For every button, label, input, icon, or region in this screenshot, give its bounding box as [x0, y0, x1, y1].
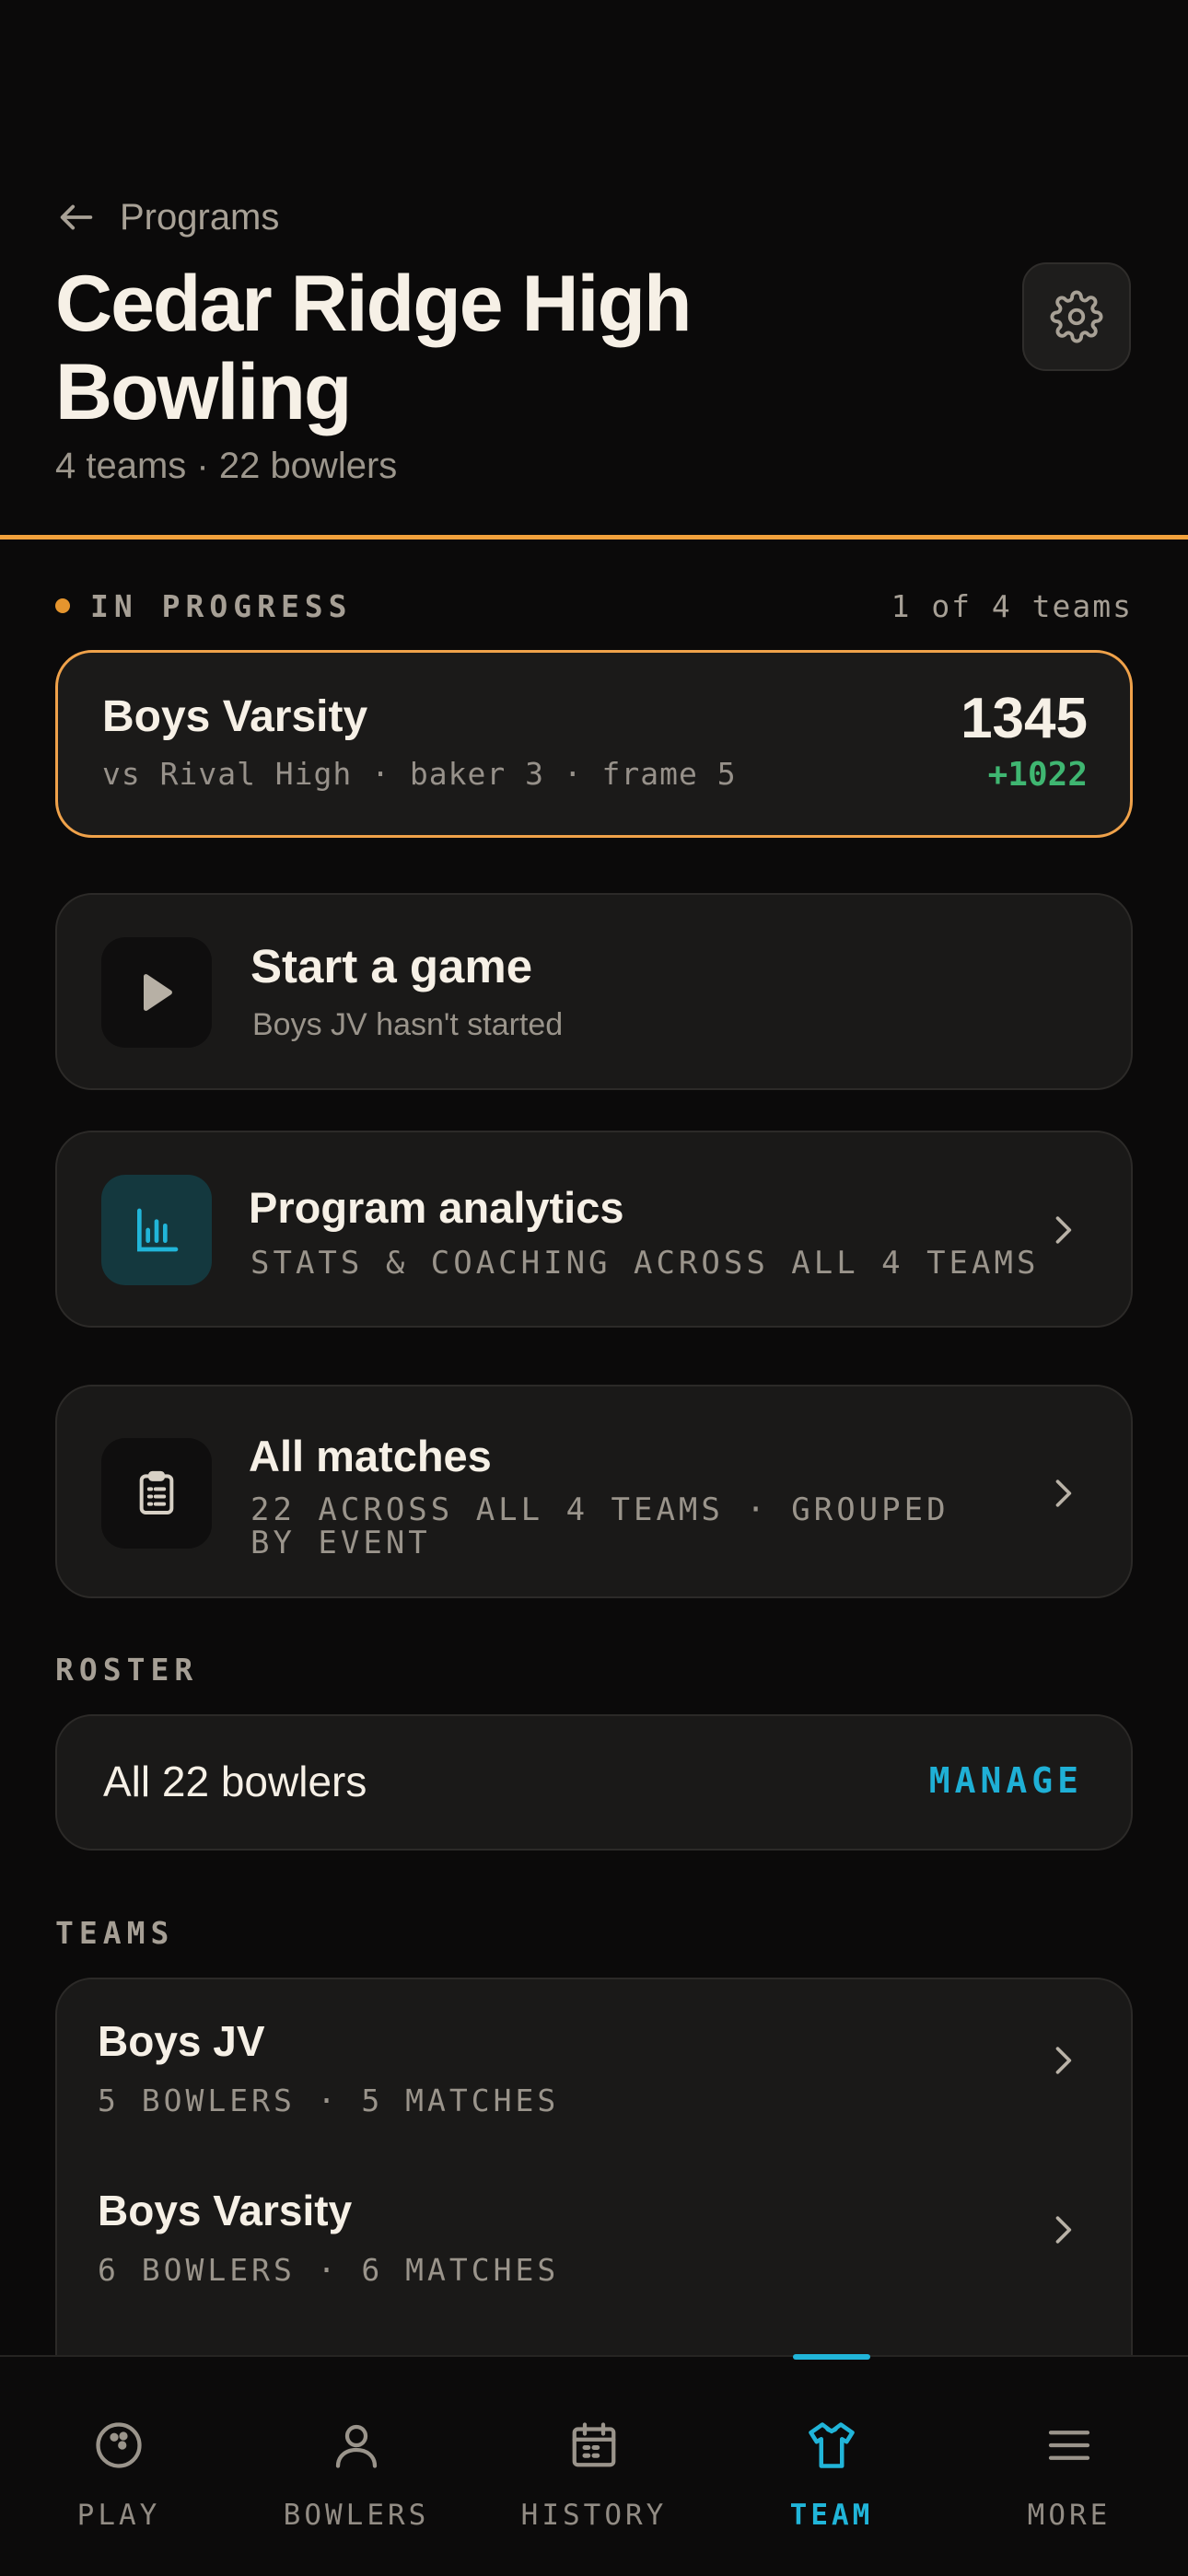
gear-icon [1050, 290, 1103, 343]
settings-button[interactable] [1022, 262, 1131, 371]
teams-section-label: TEAMS [55, 1915, 175, 1951]
matches-icon-tile [101, 1438, 212, 1549]
analytics-icon-tile [101, 1175, 212, 1285]
manage-roster-button[interactable]: MANAGE [929, 1760, 1083, 1801]
nav-label: BOWLERS [283, 2499, 430, 2532]
chevron-right-icon [1055, 2047, 1072, 2074]
live-score-delta: +1022 [987, 756, 1088, 794]
nav-label: TEAM [789, 2499, 874, 2532]
chevron-right-icon [1055, 1479, 1072, 1507]
team-meta: 6 BOWLERS · 6 MATCHES [98, 2252, 560, 2288]
team-meta: 5 BOWLERS · 5 MATCHES [98, 2083, 560, 2118]
live-game-card[interactable]: Boys Varsity vs Rival High · baker 3 · f… [55, 650, 1133, 838]
chevron-right-icon [1055, 2216, 1072, 2244]
bowling-ball-icon [96, 2422, 142, 2468]
team-row[interactable]: Boys JV 5 BOWLERS · 5 MATCHES [57, 1979, 1131, 2147]
nav-team[interactable]: TEAM [713, 2354, 950, 2576]
nav-play[interactable]: PLAY [0, 2357, 238, 2576]
active-tab-indicator [793, 2354, 870, 2360]
nav-bowlers[interactable]: BOWLERS [238, 2357, 475, 2576]
live-dot [55, 598, 70, 613]
team-row[interactable]: Boys Varsity 6 BOWLERS · 6 MATCHES [57, 2147, 1131, 2316]
roster-card: All 22 bowlers MANAGE [55, 1714, 1133, 1851]
live-team-name: Boys Varsity [102, 692, 368, 741]
page-title: Cedar Ridge High Bowling [55, 260, 693, 436]
back-button[interactable]: Programs [55, 190, 279, 245]
play-icon-tile [101, 937, 212, 1048]
team-name: Boys JV [98, 2017, 265, 2065]
bottom-nav: PLAY BOWLERS HISTORY TEAM MORE [0, 2354, 1188, 2576]
clipboard-icon [139, 1470, 174, 1514]
person-icon [335, 2424, 378, 2468]
arrow-left-icon [60, 204, 93, 230]
program-summary: 4 teams · 22 bowlers [55, 446, 398, 486]
nav-history[interactable]: HISTORY [475, 2357, 713, 2576]
start-game-title: Start a game [250, 940, 533, 992]
nav-label: MORE [1027, 2499, 1112, 2532]
roster-summary: All 22 bowlers [103, 1758, 367, 1805]
shirt-icon [809, 2422, 855, 2468]
all-matches-title: All matches [249, 1432, 492, 1480]
nav-label: HISTORY [520, 2499, 668, 2532]
in-progress-header: IN PROGRESS 1 of 4 teams [55, 586, 1133, 626]
all-matches-card[interactable]: All matches 22 ACROSS ALL 4 TEAMS · GROU… [55, 1385, 1133, 1598]
calendar-icon [572, 2422, 616, 2467]
live-score: 1345 [961, 687, 1088, 750]
start-game-card[interactable]: Start a game Boys JV hasn't started [55, 893, 1133, 1090]
team-name: Boys Varsity [98, 2187, 353, 2234]
program-analytics-title: Program analytics [249, 1183, 624, 1232]
nav-more[interactable]: MORE [950, 2357, 1188, 2576]
play-icon [144, 974, 172, 1011]
back-label: Programs [120, 196, 280, 238]
nav-label: PLAY [76, 2499, 161, 2532]
in-progress-label: IN PROGRESS [90, 587, 353, 624]
roster-section-label: ROSTER [55, 1652, 199, 1688]
program-analytics-subtitle: STATS & COACHING ACROSS ALL 4 TEAMS [250, 1245, 1040, 1282]
start-game-subtitle: Boys JV hasn't started [252, 1007, 564, 1042]
in-progress-count: 1 of 4 teams [891, 587, 1133, 624]
all-matches-subtitle: 22 ACROSS ALL 4 TEAMS · GROUPED BY EVENT [250, 1491, 949, 1561]
program-analytics-card[interactable]: Program analytics STATS & COACHING ACROS… [55, 1131, 1133, 1328]
live-game-detail: vs Rival High · baker 3 · frame 5 [102, 756, 737, 792]
chevron-right-icon [1055, 1216, 1072, 1244]
bar-chart-icon [137, 1208, 179, 1252]
header-divider [0, 535, 1188, 540]
menu-icon [1048, 2431, 1090, 2460]
